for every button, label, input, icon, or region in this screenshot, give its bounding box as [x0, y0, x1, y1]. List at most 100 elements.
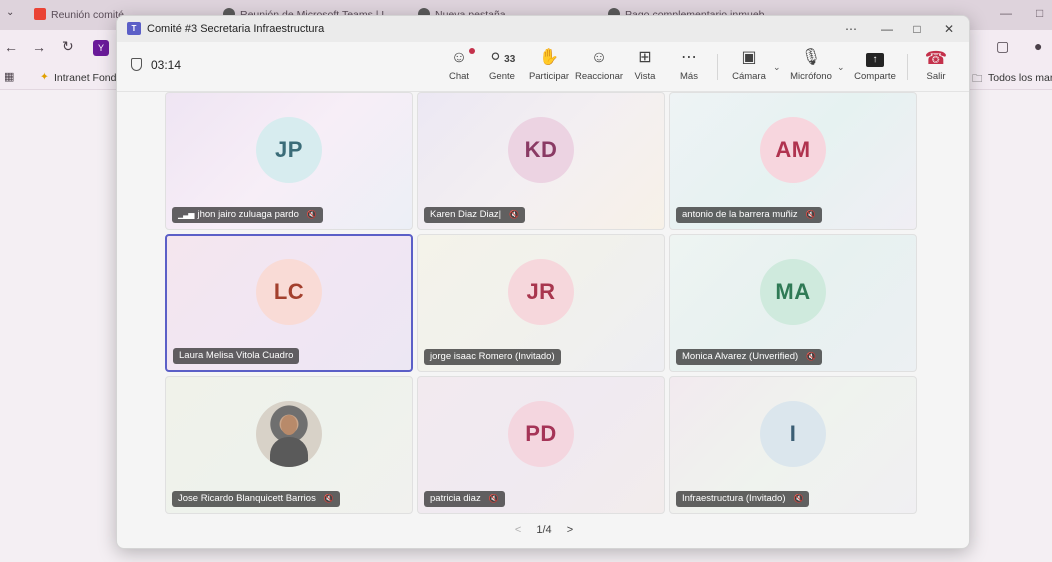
participant-name: jorge isaac Romero (Invitado)	[430, 351, 555, 362]
people-icon: ⚪ 33	[488, 49, 516, 66]
chat-icon: ☺	[445, 48, 475, 68]
extension-icon[interactable]: Y	[93, 40, 109, 56]
participant-avatar: AM	[760, 117, 826, 183]
gallery-pager: < 1/4 >	[117, 524, 969, 536]
chat-notification-dot	[469, 48, 475, 54]
microphone-button[interactable]: 🎙 Micrófono	[787, 48, 835, 82]
participant-name: jhon jairo zuluaga pardo	[197, 209, 299, 220]
page-indicator: 1/4	[536, 524, 552, 536]
mic-muted-icon: 🔇	[805, 210, 816, 219]
participant-tile[interactable]: KD Karen Diaz Diaz| 🔇	[417, 92, 665, 230]
apps-grid-icon[interactable]: ▦	[4, 70, 14, 83]
browser-maximize-icon[interactable]: □	[1036, 6, 1043, 20]
bookmark-intranet[interactable]: Intranet Fondo	[54, 72, 122, 84]
mic-muted-icon: 🔇	[323, 494, 334, 503]
camera-button[interactable]: ▣ Cámara	[727, 48, 771, 82]
participant-name: patricia diaz	[430, 493, 481, 504]
participant-tile[interactable]: I Infraestructura (Invitado) 🔇	[669, 376, 917, 514]
participant-name-tag: Laura Melisa Vitola Cuadro	[173, 348, 300, 364]
back-icon[interactable]: ←	[4, 39, 18, 55]
meeting-toolbar: 03:14 ☺ Chat ⚪ 33 Gente ✋ Participar ☺ Re…	[117, 42, 969, 92]
next-page-icon[interactable]: >	[567, 524, 573, 536]
teams-title-bar: T Comité #3 Secretaria Infraestructura ⋯…	[117, 16, 969, 42]
mic-muted-icon: 🔇	[793, 494, 804, 503]
participant-name-tag: Infraestructura (Invitado) 🔇	[676, 491, 810, 507]
participant-photo	[256, 401, 322, 467]
browser-tab[interactable]: Reunión comité No.3 - jhoiar...	[26, 3, 126, 27]
participant-name-tag: Monica Alvarez (Unverified) 🔇	[676, 349, 823, 365]
participant-tile[interactable]: JR jorge isaac Romero (Invitado)	[417, 234, 665, 372]
react-button[interactable]: ☺ Reaccionar	[575, 48, 623, 82]
chat-button[interactable]: ☺ Chat	[445, 48, 475, 82]
mic-muted-icon: 🔇	[488, 494, 499, 503]
leave-button[interactable]: ☎ Salir	[921, 48, 951, 82]
camera-off-icon: ▣	[741, 49, 757, 66]
raise-hand-icon: ✋	[539, 49, 559, 66]
close-icon[interactable]: ✕	[935, 20, 963, 38]
participant-avatar: JR	[508, 259, 574, 325]
participant-name: Infraestructura (Invitado)	[682, 493, 786, 504]
maximize-icon[interactable]: □	[903, 20, 931, 38]
participant-tile[interactable]: MA Monica Alvarez (Unverified) 🔇	[669, 234, 917, 372]
participant-tile[interactable]: LC Laura Melisa Vitola Cuadro	[165, 234, 413, 372]
participant-name-tag: ▁▃▅ jhon jairo zuluaga pardo 🔇	[172, 207, 323, 223]
share-button[interactable]: ↑ Comparte	[851, 48, 899, 82]
bookmark-all[interactable]: Todos los marc	[988, 72, 1052, 84]
browser-minimize-icon[interactable]: —	[1000, 6, 1012, 20]
mic-options-chevron-icon[interactable]: ⌄	[837, 62, 845, 73]
participant-name: Karen Diaz Diaz|	[430, 209, 502, 220]
mic-off-icon: 🎙	[800, 49, 822, 66]
participant-avatar: JP	[256, 117, 322, 183]
participant-avatar: KD	[508, 117, 574, 183]
toolbar-divider	[907, 54, 908, 80]
shield-icon	[131, 58, 142, 71]
participant-name-tag: Karen Diaz Diaz| 🔇	[424, 207, 526, 223]
meeting-timer: 03:14	[131, 58, 181, 72]
participant-name-tag: antonio de la barrera muñiz 🔇	[676, 207, 822, 223]
minimize-icon[interactable]: —	[873, 20, 901, 38]
teams-logo-icon: T	[127, 22, 141, 35]
participant-tile[interactable]: Jose Ricardo Blanquicett Barrios 🔇	[165, 376, 413, 514]
tab-list-chevron-icon[interactable]: ⌄	[6, 7, 14, 18]
people-button[interactable]: ⚪ 33 Gente	[485, 48, 519, 82]
audio-signal-icon: ▁▃▅	[178, 210, 195, 219]
mic-muted-icon: 🔇	[306, 210, 317, 219]
view-button[interactable]: ⊞ Vista	[631, 48, 659, 82]
mic-muted-icon: 🔇	[509, 210, 520, 219]
people-count: 33	[504, 54, 516, 65]
participant-name-tag: jorge isaac Romero (Invitado)	[424, 349, 561, 365]
share-screen-icon: ↑	[851, 48, 899, 68]
hang-up-icon: ☎	[924, 48, 948, 68]
previous-page-icon[interactable]: <	[515, 524, 521, 536]
participant-name: antonio de la barrera muñiz	[682, 209, 798, 220]
participant-name: Jose Ricardo Blanquicett Barrios	[178, 493, 316, 504]
teams-meeting-window: T Comité #3 Secretaria Infraestructura ⋯…	[116, 15, 970, 549]
folder-icon: 🗀	[972, 73, 983, 85]
participant-avatar: LC	[256, 259, 322, 325]
forward-icon[interactable]: →	[32, 39, 46, 55]
more-icon: ⋯	[681, 49, 697, 66]
participant-avatar: I	[760, 401, 826, 467]
more-options-icon[interactable]: ⋯	[837, 20, 865, 38]
profile-icon[interactable]: ●	[1034, 38, 1042, 54]
camera-options-chevron-icon[interactable]: ⌄	[773, 62, 781, 73]
grid-view-icon: ⊞	[638, 49, 652, 66]
participant-tile[interactable]: AM antonio de la barrera muñiz 🔇	[669, 92, 917, 230]
meeting-title: Comité #3 Secretaria Infraestructura	[147, 23, 325, 35]
smiley-icon: ☺	[590, 49, 608, 66]
participant-avatar: PD	[508, 401, 574, 467]
participant-name: Laura Melisa Vitola Cuadro	[179, 350, 294, 361]
extensions-puzzle-icon[interactable]: ▢	[996, 38, 1009, 55]
bookmark-star-icon: ✦	[40, 71, 49, 83]
reload-icon[interactable]: ↻	[62, 38, 74, 55]
timer-text: 03:14	[151, 58, 182, 72]
gmail-icon	[34, 8, 46, 20]
mic-muted-icon: 🔇	[806, 352, 817, 361]
more-button[interactable]: ⋯ Más	[675, 48, 703, 82]
participant-name-tag: Jose Ricardo Blanquicett Barrios 🔇	[172, 491, 340, 507]
participant-name: Monica Alvarez (Unverified)	[682, 351, 799, 362]
toolbar-divider	[717, 54, 718, 80]
participant-tile[interactable]: PD patricia diaz 🔇	[417, 376, 665, 514]
raise-hand-button[interactable]: ✋ Participar	[527, 48, 571, 82]
participant-tile[interactable]: JP ▁▃▅ jhon jairo zuluaga pardo 🔇	[165, 92, 413, 230]
